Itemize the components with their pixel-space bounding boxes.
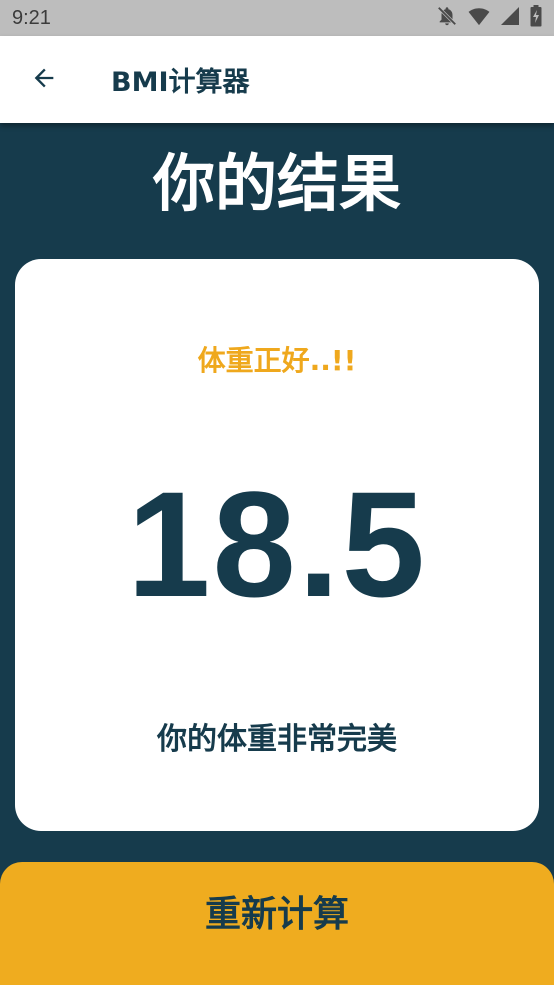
bmi-advice-text: 你的体重非常完美: [157, 722, 397, 757]
battery-charging-icon: [530, 5, 542, 31]
status-bar: 9:21: [0, 0, 554, 36]
bmi-status-label: 体重正好..!!: [197, 344, 357, 377]
app-title: BMI计算器: [111, 67, 250, 98]
recalculate-button-label: 重新计算: [204, 893, 349, 935]
recalculate-button[interactable]: 重新计算: [0, 862, 554, 985]
signal-icon: [500, 6, 520, 30]
bmi-value: 18.5: [127, 460, 427, 628]
page-title: 你的结果: [152, 147, 401, 220]
status-icons: [436, 5, 542, 31]
back-button[interactable]: [22, 58, 66, 102]
wifi-icon: [468, 6, 490, 30]
result-card: 体重正好..!! 18.5 你的体重非常完美: [15, 259, 539, 831]
arrow-back-icon: [30, 64, 58, 96]
status-time: 9:21: [12, 6, 51, 29]
app-bar: BMI计算器: [0, 36, 554, 123]
notifications-off-icon: [436, 5, 458, 31]
